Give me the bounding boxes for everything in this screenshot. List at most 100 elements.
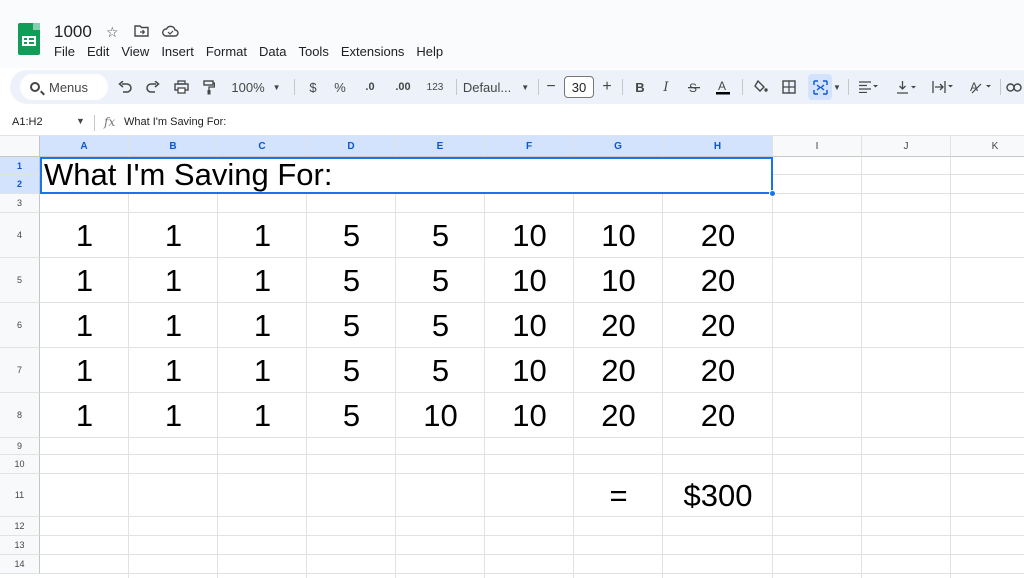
strikethrough-icon[interactable]: S — [684, 70, 704, 104]
cell-h8[interactable]: 20 — [663, 393, 773, 438]
paint-format-icon[interactable] — [198, 70, 220, 104]
cell-b6[interactable]: 1 — [129, 303, 218, 348]
cell-f4[interactable]: 10 — [485, 213, 574, 258]
row-header-5[interactable]: 5 — [0, 258, 40, 303]
cell-d6[interactable]: 5 — [307, 303, 396, 348]
cell-e6[interactable]: 5 — [396, 303, 485, 348]
column-header-c[interactable]: C — [218, 136, 307, 157]
cell-g7[interactable]: 20 — [574, 348, 663, 393]
cell-h5[interactable]: 20 — [663, 258, 773, 303]
menu-edit[interactable]: Edit — [87, 44, 115, 59]
search-menus-button[interactable]: Menus — [20, 74, 108, 100]
row-header-10[interactable]: 10 — [0, 455, 40, 474]
increase-font-size-button[interactable]: + — [598, 70, 616, 104]
cell-g6[interactable]: 20 — [574, 303, 663, 348]
row-header-8[interactable]: 8 — [0, 393, 40, 438]
cell-d7[interactable]: 5 — [307, 348, 396, 393]
menu-file[interactable]: File — [54, 44, 81, 59]
bold-button[interactable]: B — [630, 70, 650, 104]
print-icon[interactable] — [170, 70, 192, 104]
column-header-k[interactable]: K — [951, 136, 1024, 157]
row-header-7[interactable]: 7 — [0, 348, 40, 393]
font-size-input[interactable]: 30 — [564, 76, 594, 98]
column-header-f[interactable]: F — [485, 136, 574, 157]
row-header-2[interactable]: 2 — [0, 175, 40, 194]
cell-b7[interactable]: 1 — [129, 348, 218, 393]
horizontal-align-icon[interactable] — [854, 70, 884, 104]
column-header-b[interactable]: B — [129, 136, 218, 157]
undo-icon[interactable] — [114, 70, 136, 104]
merged-title-cell[interactable]: What I'm Saving For: — [40, 157, 773, 194]
cell-d8[interactable]: 5 — [307, 393, 396, 438]
redo-icon[interactable] — [142, 70, 164, 104]
italic-button[interactable]: I — [656, 70, 676, 104]
row-header-13[interactable]: 13 — [0, 536, 40, 555]
cell-c5[interactable]: 1 — [218, 258, 307, 303]
column-header-e[interactable]: E — [396, 136, 485, 157]
cell-h7[interactable]: 20 — [663, 348, 773, 393]
cell-a6[interactable]: 1 — [40, 303, 129, 348]
cell-e7[interactable]: 5 — [396, 348, 485, 393]
sheets-logo-icon[interactable] — [18, 23, 40, 55]
increase-decimal-button[interactable]: .00 — [388, 70, 418, 104]
cell-b4[interactable]: 1 — [129, 213, 218, 258]
cell-d4[interactable]: 5 — [307, 213, 396, 258]
column-header-g[interactable]: G — [574, 136, 663, 157]
cell-g5[interactable]: 10 — [574, 258, 663, 303]
merge-cells-icon[interactable] — [808, 74, 832, 100]
font-family-select[interactable]: Defaul... ▼ — [456, 70, 536, 104]
more-formats-button[interactable]: 123 — [420, 70, 450, 104]
merge-options-chevron-icon[interactable]: ▼ — [832, 70, 842, 104]
cell-f8[interactable]: 10 — [485, 393, 574, 438]
cell-c6[interactable]: 1 — [218, 303, 307, 348]
name-box[interactable]: A1:H2 — [12, 116, 43, 128]
cell-f6[interactable]: 10 — [485, 303, 574, 348]
menu-tools[interactable]: Tools — [298, 44, 334, 59]
column-header-d[interactable]: D — [307, 136, 396, 157]
cell-e4[interactable]: 5 — [396, 213, 485, 258]
text-rotation-icon[interactable]: A — [966, 70, 996, 104]
cell-c7[interactable]: 1 — [218, 348, 307, 393]
cell-f7[interactable]: 10 — [485, 348, 574, 393]
select-all-corner[interactable] — [0, 136, 40, 157]
cell-h11[interactable]: $300 — [663, 474, 773, 517]
text-color-icon[interactable]: A — [712, 70, 734, 104]
cell-g11[interactable]: = — [574, 474, 663, 517]
row-header-11[interactable]: 11 — [0, 474, 40, 517]
row-header-6[interactable]: 6 — [0, 303, 40, 348]
insert-link-icon[interactable] — [1004, 70, 1024, 104]
borders-icon[interactable] — [778, 70, 800, 104]
zoom-select[interactable]: 100% ▼ — [228, 70, 284, 104]
percent-format-button[interactable]: % — [330, 70, 350, 104]
column-header-j[interactable]: J — [862, 136, 951, 157]
cell-g4[interactable]: 10 — [574, 213, 663, 258]
fill-handle[interactable] — [769, 190, 776, 197]
currency-format-button[interactable]: $ — [304, 70, 322, 104]
cell-h6[interactable]: 20 — [663, 303, 773, 348]
cell-f5[interactable]: 10 — [485, 258, 574, 303]
cell-e5[interactable]: 5 — [396, 258, 485, 303]
row-header-9[interactable]: 9 — [0, 438, 40, 455]
formula-input[interactable]: What I'm Saving For: — [124, 116, 226, 128]
cell-b5[interactable]: 1 — [129, 258, 218, 303]
move-folder-icon[interactable] — [134, 24, 149, 40]
menu-extensions[interactable]: Extensions — [341, 44, 411, 59]
column-header-h[interactable]: H — [663, 136, 773, 157]
cell-d5[interactable]: 5 — [307, 258, 396, 303]
row-header-3[interactable]: 3 — [0, 194, 40, 213]
text-wrapping-icon[interactable] — [928, 70, 958, 104]
star-icon[interactable]: ☆ — [106, 24, 119, 41]
cell-g8[interactable]: 20 — [574, 393, 663, 438]
cell-h4[interactable]: 20 — [663, 213, 773, 258]
menu-format[interactable]: Format — [206, 44, 253, 59]
row-header-1[interactable]: 1 — [0, 157, 40, 175]
vertical-align-icon[interactable] — [892, 70, 922, 104]
spreadsheet-grid[interactable]: ABCDEFGHIJK 1 2 3 4 5 6 7 8 9 10 11 12 13 14 1 1 1 5 5 10 1… — [0, 136, 1024, 578]
fill-color-icon[interactable] — [750, 70, 772, 104]
menu-insert[interactable]: Insert — [161, 44, 200, 59]
cloud-status-icon[interactable] — [162, 24, 179, 40]
cell-c4[interactable]: 1 — [218, 213, 307, 258]
column-header-i[interactable]: I — [773, 136, 862, 157]
cell-a8[interactable]: 1 — [40, 393, 129, 438]
cell-a7[interactable]: 1 — [40, 348, 129, 393]
